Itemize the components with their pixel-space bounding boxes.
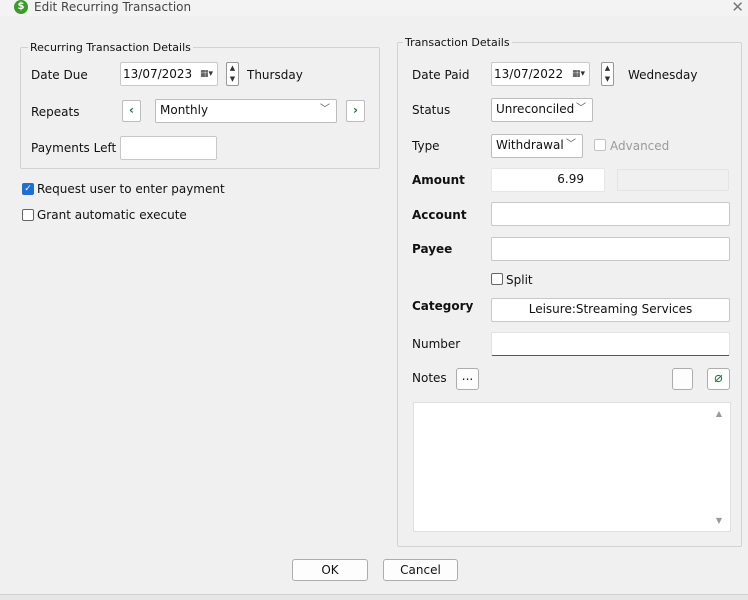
account-input[interactable] <box>491 202 730 226</box>
chevron-down-icon: ﹀ <box>566 139 576 150</box>
payee-label: Payee <box>412 242 453 256</box>
payments-left-label: Payments Left <box>31 141 117 155</box>
window-title: Edit Recurring Transaction <box>34 0 192 14</box>
type-label: Type <box>412 139 440 153</box>
category-input[interactable]: Leisure:Streaming Services <box>491 298 730 322</box>
window-bottom-edge <box>0 594 748 600</box>
repeats-prev-button[interactable]: ‹ <box>122 100 141 122</box>
status-label: Status <box>412 103 451 117</box>
calendar-dropdown-icon[interactable]: ▦▾ <box>200 63 213 85</box>
transaction-details-legend: Transaction Details <box>403 36 512 49</box>
edit-recurring-transaction-dialog: $ Edit Recurring Transaction ✕ Recurring… <box>0 0 748 600</box>
notes-label: Notes <box>412 371 447 385</box>
repeats-dropdown[interactable]: Monthly ﹀ <box>155 99 337 123</box>
request-user-checkbox[interactable]: ✓ <box>22 183 34 195</box>
repeats-label: Repeats <box>31 105 80 119</box>
date-paid-label: Date Paid <box>412 68 470 82</box>
status-value: Unreconciled <box>496 102 575 116</box>
amount-value: 6.99 <box>557 172 584 186</box>
dollar-app-icon: $ <box>14 0 28 14</box>
date-paid-spinner[interactable]: ▲ ▼ <box>601 62 614 86</box>
type-value: Withdrawal <box>496 138 564 152</box>
notes-blank-button[interactable] <box>672 368 693 390</box>
date-paid-value: 13/07/2022 <box>494 67 564 81</box>
cancel-button[interactable]: Cancel <box>383 559 458 581</box>
scroll-down-icon[interactable]: ▼ <box>716 516 722 525</box>
ok-button[interactable]: OK <box>292 559 368 581</box>
date-due-label: Date Due <box>31 68 88 82</box>
split-checkbox[interactable] <box>491 273 503 285</box>
spin-down-icon[interactable]: ▼ <box>602 74 613 85</box>
number-label: Number <box>412 337 461 351</box>
amount-secondary-field <box>617 169 729 191</box>
split-label[interactable]: Split <box>506 273 533 287</box>
paperclip-icon: ⌀ <box>714 370 723 386</box>
request-user-label[interactable]: Request user to enter payment <box>37 182 225 196</box>
type-dropdown[interactable]: Withdrawal ﹀ <box>491 134 583 158</box>
amount-input[interactable]: 6.99 <box>491 168 605 192</box>
spin-down-icon[interactable]: ▼ <box>227 74 238 85</box>
date-paid-weekday: Wednesday <box>628 68 698 82</box>
notes-textarea[interactable]: ▲ ▼ <box>413 402 731 532</box>
title-bar: $ Edit Recurring Transaction ✕ <box>0 0 748 16</box>
spin-up-icon[interactable]: ▲ <box>227 63 238 74</box>
scroll-up-icon[interactable]: ▲ <box>716 409 722 418</box>
attachment-button[interactable]: ⌀ <box>707 368 730 390</box>
date-due-weekday: Thursday <box>247 68 303 82</box>
date-due-spinner[interactable]: ▲ ▼ <box>226 62 239 86</box>
account-label: Account <box>412 208 467 222</box>
advanced-label: Advanced <box>610 139 670 153</box>
grant-auto-label[interactable]: Grant automatic execute <box>37 208 187 222</box>
recurring-details-legend: Recurring Transaction Details <box>28 41 193 54</box>
category-label: Category <box>412 299 474 313</box>
date-paid-picker[interactable]: 13/07/2022 ▦▾ <box>491 62 590 86</box>
date-due-value: 13/07/2023 <box>123 67 193 81</box>
status-dropdown[interactable]: Unreconciled ﹀ <box>491 98 593 122</box>
close-icon[interactable]: ✕ <box>731 0 744 15</box>
repeats-value: Monthly <box>160 103 209 117</box>
repeats-next-button[interactable]: › <box>346 100 365 122</box>
payee-input[interactable] <box>491 237 730 261</box>
spin-up-icon[interactable]: ▲ <box>602 63 613 74</box>
chevron-down-icon: ﹀ <box>576 103 586 114</box>
payments-left-input[interactable] <box>120 136 217 160</box>
notes-expand-button[interactable]: ... <box>456 368 479 390</box>
category-value: Leisure:Streaming Services <box>528 302 693 316</box>
number-input[interactable] <box>491 332 730 356</box>
chevron-down-icon: ﹀ <box>320 104 330 115</box>
amount-label: Amount <box>412 173 465 187</box>
calendar-dropdown-icon[interactable]: ▦▾ <box>572 63 585 85</box>
advanced-checkbox[interactable] <box>594 139 606 151</box>
grant-auto-checkbox[interactable] <box>22 209 34 221</box>
date-due-picker[interactable]: 13/07/2023 ▦▾ <box>120 62 218 86</box>
